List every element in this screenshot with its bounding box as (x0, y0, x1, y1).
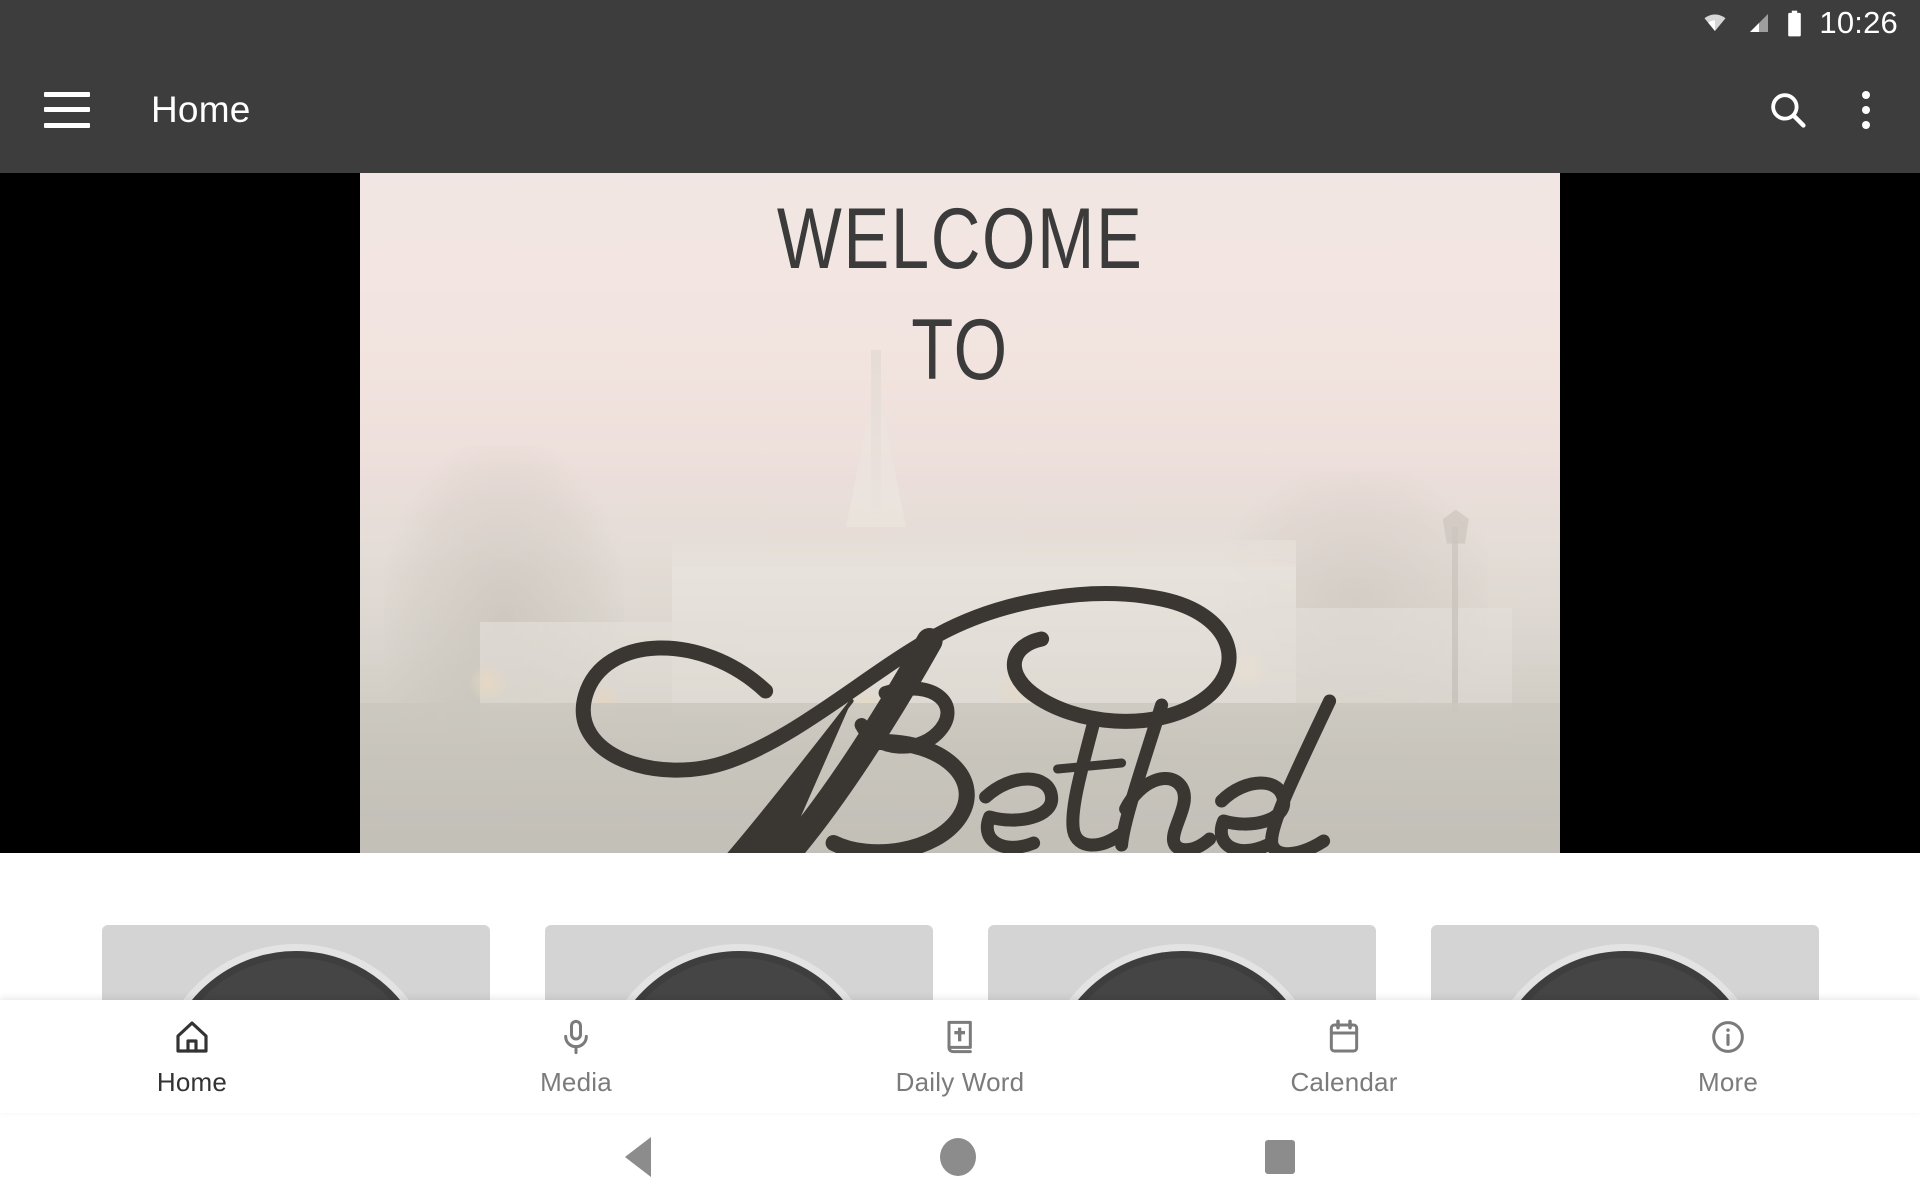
microphone-icon (556, 1016, 596, 1058)
bethel-script-logo (575, 586, 1337, 853)
home-icon (172, 1016, 212, 1058)
wifi-icon (1704, 14, 1726, 31)
tab-label: Daily Word (895, 1066, 1025, 1097)
tab-label: Home (156, 1066, 228, 1097)
calendar-icon (1324, 1016, 1364, 1058)
app-bar-actions (1766, 85, 1920, 135)
hero-welcome-line-2: TO (911, 302, 1009, 399)
tab-label: Calendar (1290, 1066, 1398, 1097)
back-triangle-icon[interactable] (624, 1136, 651, 1177)
tab-label: More (1697, 1066, 1759, 1097)
bottom-tab-bar: Home Media Daily Word Calendar More (0, 1000, 1920, 1113)
app-bar: Home (0, 46, 1920, 173)
cellular-signal-icon (1750, 14, 1769, 32)
tab-media[interactable]: Media (384, 1016, 768, 1098)
app-screen: 10:26 Home WELCOME TO Home Media Daily W… (0, 0, 1920, 1200)
tab-label: Media (540, 1066, 612, 1097)
hero-banner[interactable]: WELCOME TO (0, 173, 1920, 853)
tab-daily-word[interactable]: Daily Word (768, 1016, 1152, 1098)
tab-calendar[interactable]: Calendar (1152, 1016, 1536, 1098)
status-bar-clock: 10:26 (1819, 4, 1898, 40)
overflow-menu-icon[interactable] (1856, 85, 1876, 135)
status-bar: 10:26 (0, 0, 1920, 46)
hero-welcome-line-1: WELCOME (776, 191, 1144, 287)
recents-square-icon[interactable] (1265, 1139, 1296, 1174)
home-circle-icon[interactable] (939, 1137, 976, 1176)
android-navigation-bar (0, 1113, 1920, 1200)
status-icons (1700, 10, 1803, 37)
hero-image: WELCOME TO (360, 173, 1560, 853)
search-icon[interactable] (1766, 88, 1810, 132)
hamburger-menu-icon[interactable] (44, 91, 90, 128)
page-title: Home (151, 88, 251, 130)
bible-icon (940, 1016, 980, 1058)
info-circle-icon (1708, 1016, 1748, 1058)
battery-icon (1788, 10, 1802, 36)
tab-more[interactable]: More (1536, 1016, 1920, 1098)
tab-home[interactable]: Home (0, 1016, 384, 1098)
